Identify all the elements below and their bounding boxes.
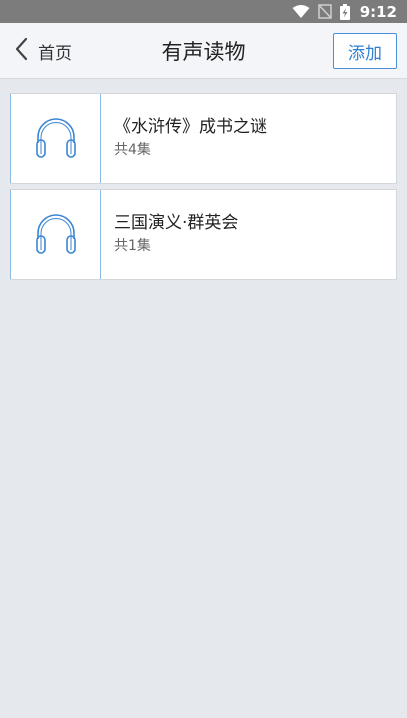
chevron-left-icon [14,37,28,65]
item-title: 三国演义·群英会 [114,213,239,233]
item-episode-count: 共1集 [114,238,151,254]
headphones-icon [32,209,80,261]
item-info: 《水浒传》成书之谜 共4集 [101,94,267,183]
nav-bar: 首页 有声读物 添加 [0,23,407,79]
list-item[interactable]: 三国演义·群英会 共1集 [10,189,397,280]
status-time: 9:12 [359,2,397,21]
item-episode-count: 共4集 [114,142,151,158]
item-title: 《水浒传》成书之谜 [114,117,267,137]
back-label: 首页 [38,43,72,64]
status-bar: 9:12 [0,0,407,23]
list-item[interactable]: 《水浒传》成书之谜 共4集 [10,93,397,184]
headphones-icon [32,113,80,165]
item-info: 三国演义·群英会 共1集 [101,190,238,279]
add-button[interactable]: 添加 [333,33,397,69]
no-signal-icon [317,4,332,19]
wifi-icon [292,4,310,19]
thumbnail [10,190,101,279]
audiobook-list: 《水浒传》成书之谜 共4集 三国演义·群英会 共1集 [10,93,397,285]
back-button[interactable]: 首页 [14,35,72,67]
thumbnail [10,94,101,183]
battery-charging-icon [339,3,350,20]
